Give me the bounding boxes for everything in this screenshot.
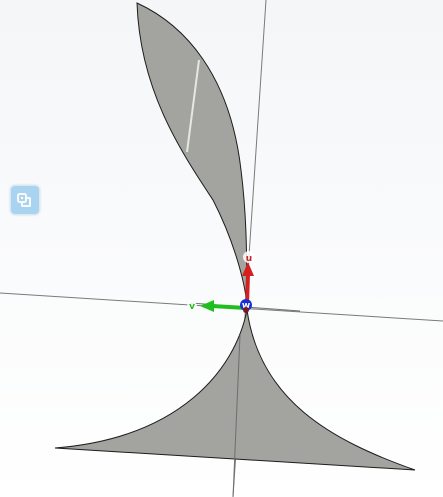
viewport-scene[interactable]: v u w (0, 0, 443, 497)
view-cube-button[interactable] (10, 185, 40, 215)
view-cube-icon (17, 193, 31, 207)
3d-viewport[interactable]: v u w (0, 0, 443, 497)
v-axis-label: v (189, 302, 195, 312)
u-axis-label: u (246, 254, 252, 264)
triad-origin (243, 307, 249, 313)
